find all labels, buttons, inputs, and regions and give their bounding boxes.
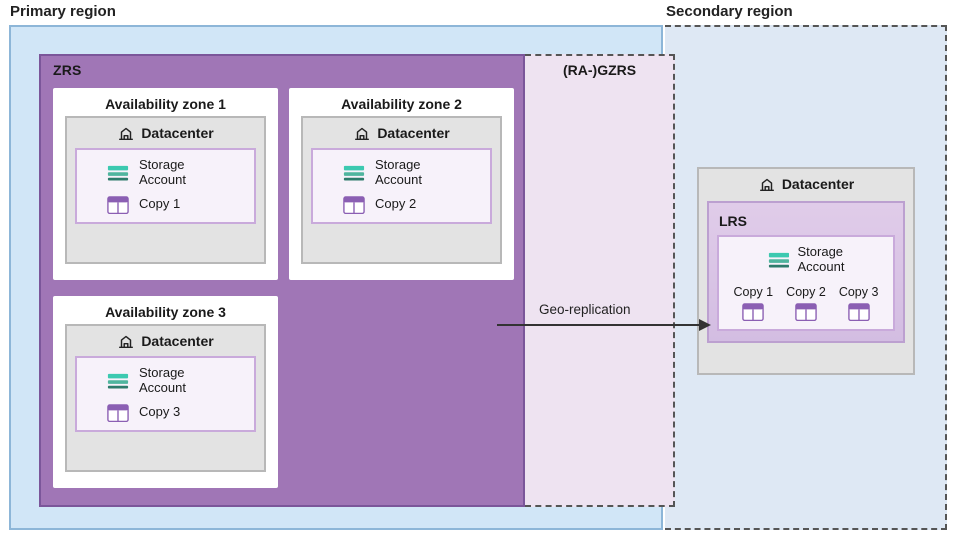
- zrs-title: ZRS: [53, 62, 82, 78]
- table-icon: [343, 196, 365, 214]
- table-icon: [107, 404, 129, 422]
- lrs-title: LRS: [717, 211, 895, 235]
- geo-replication-arrow: [497, 324, 709, 326]
- availability-zone-card: Availability zone 3 Datacenter Storage A…: [53, 296, 278, 488]
- lrs-copy-label: Copy 3: [839, 285, 879, 299]
- datacenter-icon: [117, 332, 135, 350]
- secondary-dc-label: Datacenter: [782, 176, 854, 192]
- primary-region-label: Primary region: [10, 3, 116, 20]
- copy-label: Copy 1: [139, 197, 180, 212]
- dc-label: Datacenter: [377, 125, 449, 141]
- datacenter-icon: [758, 175, 776, 193]
- lrs-panel: LRS Storage Account Copy 1 Copy 2: [707, 201, 905, 343]
- dc-label: Datacenter: [141, 125, 213, 141]
- storage-account-icon: [107, 164, 129, 182]
- lrs-copy-label: Copy 2: [786, 285, 826, 299]
- storage-label: Storage Account: [139, 158, 186, 188]
- storage-account-icon: [768, 251, 790, 269]
- datacenter-icon: [353, 124, 371, 142]
- az-title: Availability zone 3: [53, 296, 278, 324]
- storage-label: Storage Account: [375, 158, 422, 188]
- copy-label: Copy 3: [139, 405, 180, 420]
- availability-zone-card: Availability zone 2 Datacenter Storage A…: [289, 88, 514, 280]
- lrs-storage-label: Storage Account: [798, 245, 845, 275]
- availability-zone-card: Availability zone 1 Datacenter Storage A…: [53, 88, 278, 280]
- storage-box: Storage Account Copy 1: [75, 148, 256, 224]
- zrs-panel: ZRS Availability zone 1 Datacenter Stora…: [39, 54, 525, 507]
- list-item: Copy 3: [839, 285, 879, 321]
- copy-label: Copy 2: [375, 197, 416, 212]
- datacenter-box: Datacenter Storage Account Copy 3: [65, 324, 266, 472]
- storage-box: Storage Account Copy 2: [311, 148, 492, 224]
- lrs-storage-box: Storage Account Copy 1 Copy 2 Copy 3: [717, 235, 895, 331]
- gzrs-strip: (RA-)GZRS: [525, 54, 675, 507]
- secondary-datacenter: Datacenter LRS Storage Account Copy 1: [697, 167, 915, 375]
- datacenter-icon: [117, 124, 135, 142]
- secondary-region-label: Secondary region: [666, 3, 793, 20]
- storage-account-icon: [343, 164, 365, 182]
- gzrs-title: (RA-)GZRS: [563, 62, 636, 78]
- storage-label: Storage Account: [139, 366, 186, 396]
- geo-replication-label: Geo-replication: [539, 302, 631, 317]
- storage-box: Storage Account Copy 3: [75, 356, 256, 432]
- lrs-copy-label: Copy 1: [734, 285, 774, 299]
- primary-region: (RA-)GZRS ZRS Availability zone 1 Datace…: [9, 25, 663, 530]
- datacenter-box: Datacenter Storage Account Copy 2: [301, 116, 502, 264]
- table-icon: [795, 303, 817, 321]
- list-item: Copy 2: [786, 285, 826, 321]
- secondary-region: Datacenter LRS Storage Account Copy 1: [665, 25, 947, 530]
- lrs-copies-row: Copy 1 Copy 2 Copy 3: [727, 285, 885, 321]
- datacenter-box: Datacenter Storage Account Copy 1: [65, 116, 266, 264]
- dc-label: Datacenter: [141, 333, 213, 349]
- table-icon: [742, 303, 764, 321]
- list-item: Copy 1: [734, 285, 774, 321]
- storage-account-icon: [107, 372, 129, 390]
- table-icon: [848, 303, 870, 321]
- az-title: Availability zone 1: [53, 88, 278, 116]
- table-icon: [107, 196, 129, 214]
- az-title: Availability zone 2: [289, 88, 514, 116]
